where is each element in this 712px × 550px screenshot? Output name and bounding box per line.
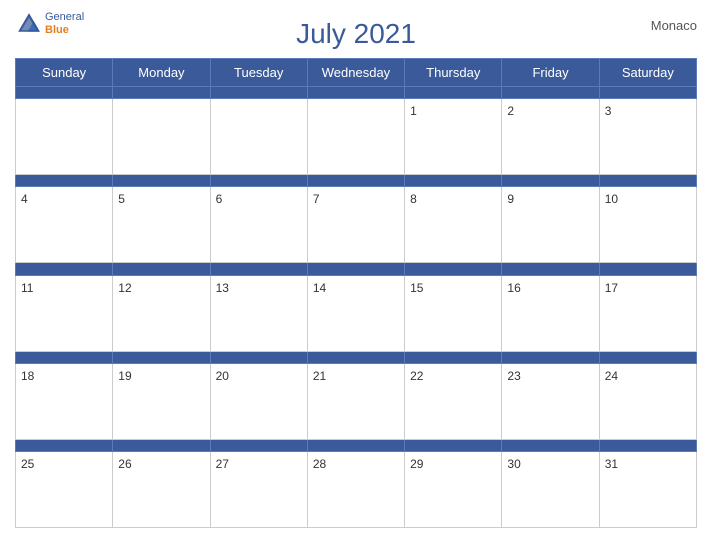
day-cell: 13 <box>210 275 307 351</box>
day-cell: 11 <box>16 275 113 351</box>
day-cell: 29 <box>405 451 502 527</box>
day-cell: 3 <box>599 99 696 175</box>
logo-text: General Blue <box>45 11 84 37</box>
day-cell: 27 <box>210 451 307 527</box>
day-number: 25 <box>21 457 34 471</box>
day-number: 31 <box>605 457 618 471</box>
day-number: 20 <box>216 369 229 383</box>
week-row-3: 18 19 20 21 22 23 24 <box>16 363 697 439</box>
day-cell: 17 <box>599 275 696 351</box>
day-number: 30 <box>507 457 520 471</box>
col-saturday: Saturday <box>599 59 696 87</box>
day-number: 9 <box>507 192 514 206</box>
day-cell <box>307 99 404 175</box>
day-cell: 31 <box>599 451 696 527</box>
day-cell: 1 <box>405 99 502 175</box>
week-divider-2 <box>16 263 697 275</box>
day-number: 6 <box>216 192 223 206</box>
day-cell: 7 <box>307 187 404 263</box>
day-cell: 21 <box>307 363 404 439</box>
day-cell: 26 <box>113 451 210 527</box>
day-cell: 25 <box>16 451 113 527</box>
day-cell: 10 <box>599 187 696 263</box>
day-number: 24 <box>605 369 618 383</box>
logo-line1: General <box>45 11 84 24</box>
day-number: 10 <box>605 192 618 206</box>
week-divider-1 <box>16 175 697 187</box>
col-thursday: Thursday <box>405 59 502 87</box>
day-number: 8 <box>410 192 417 206</box>
weekday-header-row: Sunday Monday Tuesday Wednesday Thursday… <box>16 59 697 87</box>
day-number: 19 <box>118 369 131 383</box>
day-cell: 15 <box>405 275 502 351</box>
day-number: 17 <box>605 281 618 295</box>
day-cell <box>113 99 210 175</box>
day-number: 4 <box>21 192 28 206</box>
day-cell: 30 <box>502 451 599 527</box>
calendar-header: General Blue July 2021 Monaco <box>15 10 697 50</box>
calendar-container: General Blue July 2021 Monaco Sunday Mon… <box>0 0 712 550</box>
day-number: 15 <box>410 281 423 295</box>
day-number: 16 <box>507 281 520 295</box>
day-cell: 19 <box>113 363 210 439</box>
day-number: 1 <box>410 104 417 118</box>
day-number: 23 <box>507 369 520 383</box>
day-cell: 4 <box>16 187 113 263</box>
day-cell: 28 <box>307 451 404 527</box>
day-number: 27 <box>216 457 229 471</box>
day-cell: 23 <box>502 363 599 439</box>
day-number: 28 <box>313 457 326 471</box>
col-friday: Friday <box>502 59 599 87</box>
week-row-1: 4 5 6 7 8 9 10 <box>16 187 697 263</box>
day-cell <box>210 99 307 175</box>
day-cell: 12 <box>113 275 210 351</box>
week-row-4: 25 26 27 28 29 30 31 <box>16 451 697 527</box>
day-number: 7 <box>313 192 320 206</box>
day-cell: 2 <box>502 99 599 175</box>
day-number: 5 <box>118 192 125 206</box>
day-cell: 6 <box>210 187 307 263</box>
day-number: 22 <box>410 369 423 383</box>
day-number: 13 <box>216 281 229 295</box>
week-divider-0 <box>16 87 697 99</box>
logo-area: General Blue <box>15 10 84 38</box>
logo-line2: Blue <box>45 24 84 37</box>
calendar-table: Sunday Monday Tuesday Wednesday Thursday… <box>15 58 697 528</box>
day-number: 11 <box>21 281 33 295</box>
location-label: Monaco <box>651 18 697 33</box>
day-cell: 24 <box>599 363 696 439</box>
col-monday: Monday <box>113 59 210 87</box>
day-cell: 20 <box>210 363 307 439</box>
day-cell: 16 <box>502 275 599 351</box>
day-cell: 5 <box>113 187 210 263</box>
col-tuesday: Tuesday <box>210 59 307 87</box>
calendar-title: July 2021 <box>15 10 697 50</box>
day-number: 26 <box>118 457 131 471</box>
day-number: 2 <box>507 104 514 118</box>
generalblue-logo-icon <box>15 10 43 38</box>
day-cell: 9 <box>502 187 599 263</box>
day-number: 18 <box>21 369 34 383</box>
day-number: 21 <box>313 369 326 383</box>
day-cell <box>16 99 113 175</box>
week-divider-3 <box>16 351 697 363</box>
col-sunday: Sunday <box>16 59 113 87</box>
day-number: 14 <box>313 281 326 295</box>
day-number: 29 <box>410 457 423 471</box>
day-cell: 14 <box>307 275 404 351</box>
day-number: 3 <box>605 104 612 118</box>
day-cell: 22 <box>405 363 502 439</box>
week-row-0: 1 2 3 <box>16 99 697 175</box>
week-row-2: 11 12 13 14 15 16 17 <box>16 275 697 351</box>
day-cell: 18 <box>16 363 113 439</box>
col-wednesday: Wednesday <box>307 59 404 87</box>
day-cell: 8 <box>405 187 502 263</box>
day-number: 12 <box>118 281 131 295</box>
week-divider-4 <box>16 439 697 451</box>
